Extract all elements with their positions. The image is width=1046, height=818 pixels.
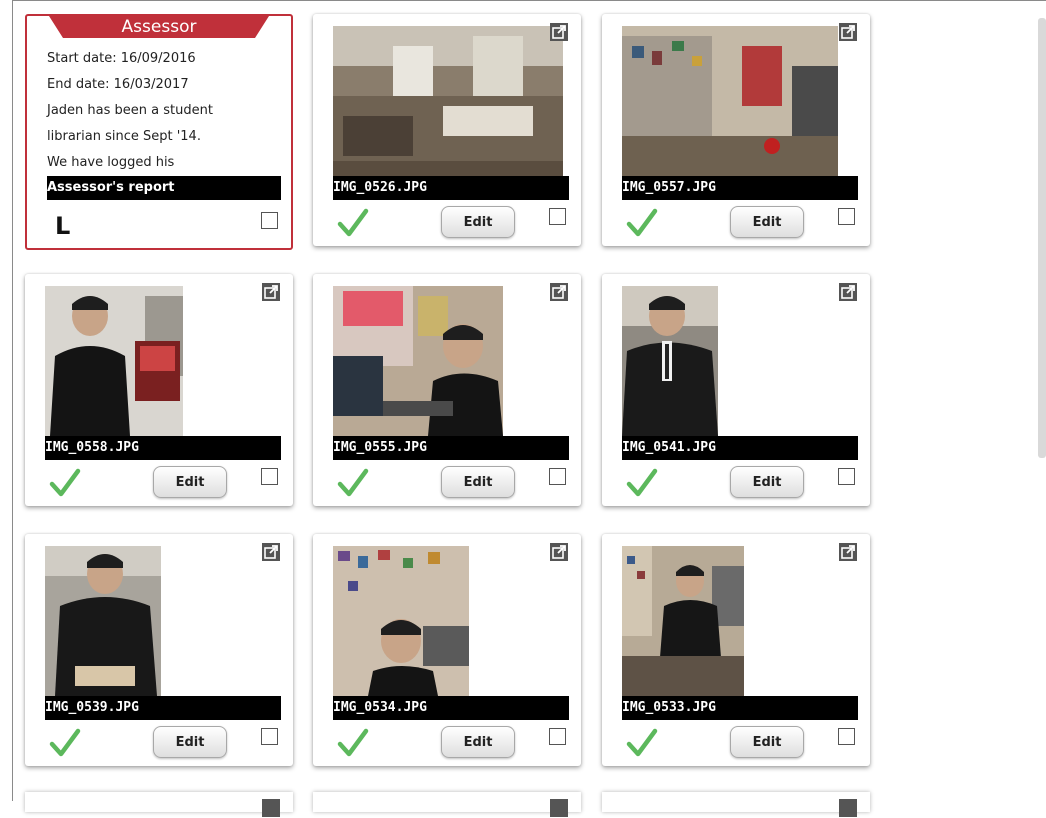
photo-filename: IMG_0526.JPG xyxy=(333,176,569,200)
photo-filename: IMG_0555.JPG xyxy=(333,436,569,460)
select-checkbox[interactable] xyxy=(838,468,855,485)
edit-button[interactable]: Edit xyxy=(153,466,227,498)
external-link-icon[interactable] xyxy=(549,282,569,302)
edit-button[interactable]: Edit xyxy=(441,206,515,238)
photo-card: IMG_0558.JPG Edit xyxy=(25,274,293,506)
edit-button[interactable]: Edit xyxy=(730,726,804,758)
photo-card: IMG_0539.JPG Edit xyxy=(25,534,293,766)
checkmark-icon xyxy=(337,468,369,498)
checkmark-icon xyxy=(626,208,658,238)
checkmark-icon xyxy=(626,468,658,498)
checkmark-icon xyxy=(49,468,81,498)
photo-filename: IMG_0558.JPG xyxy=(45,436,281,460)
edit-button[interactable]: Edit xyxy=(730,466,804,498)
photo-thumbnail[interactable] xyxy=(333,286,503,436)
select-checkbox[interactable] xyxy=(838,208,855,225)
assessor-text-line: We have logged his xyxy=(47,155,175,170)
photo-card xyxy=(313,792,581,817)
external-link-icon[interactable] xyxy=(838,542,858,562)
edit-button[interactable]: Edit xyxy=(441,726,515,758)
assessor-text-line: Jaden has been a student xyxy=(47,103,213,118)
select-checkbox[interactable] xyxy=(261,212,278,229)
photo-card: IMG_0526.JPG Edit xyxy=(313,14,581,246)
assessor-report-label[interactable]: Assessor's report xyxy=(47,176,281,200)
edit-button[interactable]: Edit xyxy=(441,466,515,498)
external-link-icon[interactable] xyxy=(549,542,569,562)
select-checkbox[interactable] xyxy=(261,728,278,745)
checkmark-icon xyxy=(337,208,369,238)
select-checkbox[interactable] xyxy=(838,728,855,745)
external-link-icon[interactable] xyxy=(838,22,858,42)
photo-thumbnail[interactable] xyxy=(333,26,563,176)
select-checkbox[interactable] xyxy=(261,468,278,485)
edit-button[interactable]: Edit xyxy=(730,206,804,238)
assessor-title: Assessor xyxy=(121,17,197,37)
assessor-card[interactable]: Assessor Start date: 16/09/2016 End date… xyxy=(25,14,293,250)
external-link-icon[interactable] xyxy=(838,282,858,302)
photo-thumbnail[interactable] xyxy=(45,546,161,696)
photo-thumbnail[interactable] xyxy=(333,546,469,696)
photo-thumbnail[interactable] xyxy=(622,26,838,176)
photo-card xyxy=(602,792,870,817)
scrollbar[interactable] xyxy=(1038,18,1046,458)
select-checkbox[interactable] xyxy=(549,208,566,225)
photo-card: IMG_0533.JPG Edit xyxy=(602,534,870,766)
photo-filename: IMG_0533.JPG xyxy=(622,696,858,720)
external-link-icon[interactable] xyxy=(549,22,569,42)
assessor-tab: Assessor xyxy=(49,16,269,38)
photo-thumbnail[interactable] xyxy=(622,286,718,436)
assessor-start-date: Start date: 16/09/2016 xyxy=(47,51,196,66)
photo-filename: IMG_0541.JPG xyxy=(622,436,858,460)
photo-card xyxy=(25,792,293,817)
photo-card: IMG_0555.JPG Edit xyxy=(313,274,581,506)
photo-card: IMG_0541.JPG Edit xyxy=(602,274,870,506)
select-checkbox[interactable] xyxy=(549,728,566,745)
level-badge: L xyxy=(55,212,71,240)
photo-card: IMG_0557.JPG Edit xyxy=(602,14,870,246)
external-link-icon[interactable] xyxy=(261,798,281,818)
checkmark-icon xyxy=(626,728,658,758)
checkmark-icon xyxy=(49,728,81,758)
external-link-icon[interactable] xyxy=(549,798,569,818)
select-checkbox[interactable] xyxy=(549,468,566,485)
photo-card: IMG_0534.JPG Edit xyxy=(313,534,581,766)
external-link-icon[interactable] xyxy=(838,798,858,818)
edit-button[interactable]: Edit xyxy=(153,726,227,758)
assessor-end-date: End date: 16/03/2017 xyxy=(47,77,189,92)
photo-thumbnail[interactable] xyxy=(45,286,183,436)
assessor-summary: Start date: 16/09/2016 End date: 16/03/2… xyxy=(47,46,277,176)
photo-filename: IMG_0539.JPG xyxy=(45,696,281,720)
external-link-icon[interactable] xyxy=(261,542,281,562)
photo-filename: IMG_0534.JPG xyxy=(333,696,569,720)
photo-thumbnail[interactable] xyxy=(622,546,744,696)
assessor-text-line: librarian since Sept '14. xyxy=(47,129,201,144)
checkmark-icon xyxy=(337,728,369,758)
external-link-icon[interactable] xyxy=(261,282,281,302)
photo-filename: IMG_0557.JPG xyxy=(622,176,858,200)
